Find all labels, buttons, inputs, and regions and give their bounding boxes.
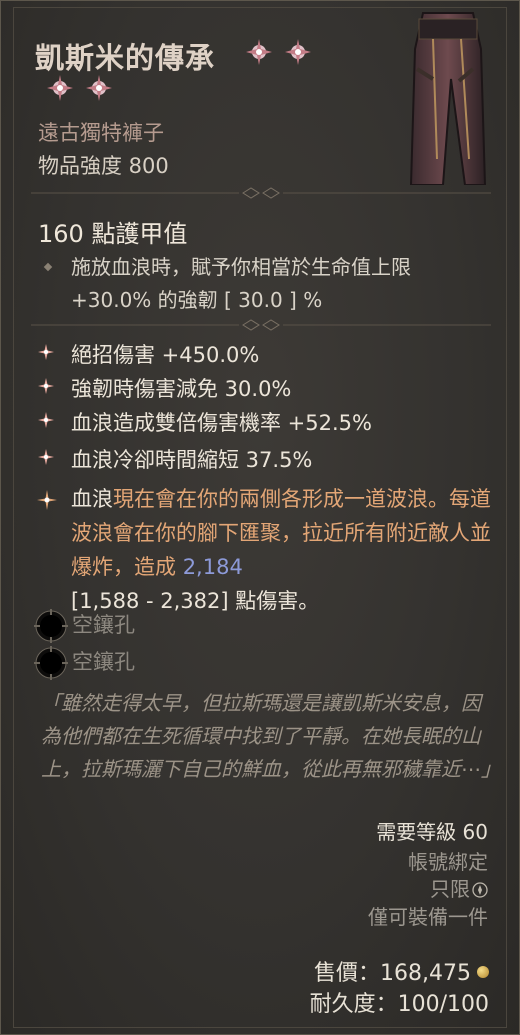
required-level: 需要等級 60 bbox=[376, 820, 488, 844]
affix-star-icon bbox=[38, 344, 54, 360]
empty-socket-icon bbox=[34, 609, 68, 643]
affix-star-icon bbox=[38, 378, 54, 394]
legendary-aspect-icon bbox=[37, 490, 57, 510]
item-tooltip: 凱斯米的傳承 遠古獨特褲子 物品強度 800 160 點護甲值 施放血浪時，賦予… bbox=[0, 0, 520, 1035]
account-bound: 帳號綁定 bbox=[408, 850, 488, 874]
item-power: 物品強度 800 bbox=[38, 154, 169, 178]
empty-socket-icon bbox=[34, 646, 68, 680]
aspect-skill-name: 血浪 bbox=[71, 487, 113, 511]
sell-price: 售價：168,475 bbox=[314, 955, 489, 987]
class-restriction: 只限 bbox=[430, 873, 488, 902]
legendary-stars-row-1 bbox=[245, 38, 318, 70]
socket-label: 空鑲孔 bbox=[72, 613, 135, 637]
flavor-text: 「雖然走得太早，但拉斯瑪還是讓凱斯米安息，因為他們都在生死循環中找到了平靜。在她… bbox=[41, 691, 501, 781]
section-divider bbox=[31, 187, 491, 199]
affix-star-icon bbox=[38, 412, 54, 428]
necromancer-class-icon bbox=[472, 882, 488, 898]
ancestral-star-icon bbox=[86, 75, 113, 101]
aspect-description: 現在會在你的兩側各形成一道波浪。每道波浪會在你的腳下匯聚，拉近所有附近敵人並爆炸… bbox=[71, 487, 491, 579]
armor-value: 160 點護甲值 bbox=[38, 220, 188, 248]
ancestral-star-icon bbox=[246, 39, 272, 65]
legendary-stars-row-2 bbox=[46, 74, 119, 106]
affix-star-icon bbox=[38, 449, 54, 465]
item-name: 凱斯米的傳承 bbox=[35, 41, 216, 75]
gold-coin-icon bbox=[477, 966, 489, 978]
item-type: 遠古獨特褲子 bbox=[38, 121, 164, 145]
ancestral-star-icon bbox=[285, 39, 312, 65]
section-divider bbox=[31, 319, 491, 331]
socket-label: 空鑲孔 bbox=[72, 650, 135, 674]
aspect-damage-value: 2,184 bbox=[182, 555, 243, 579]
ancestral-star-icon bbox=[47, 75, 73, 101]
unique-equipped: 僅可裝備一件 bbox=[368, 905, 488, 929]
pants-item-image bbox=[409, 12, 487, 185]
durability: 耐久度：100/100 bbox=[309, 992, 489, 1017]
